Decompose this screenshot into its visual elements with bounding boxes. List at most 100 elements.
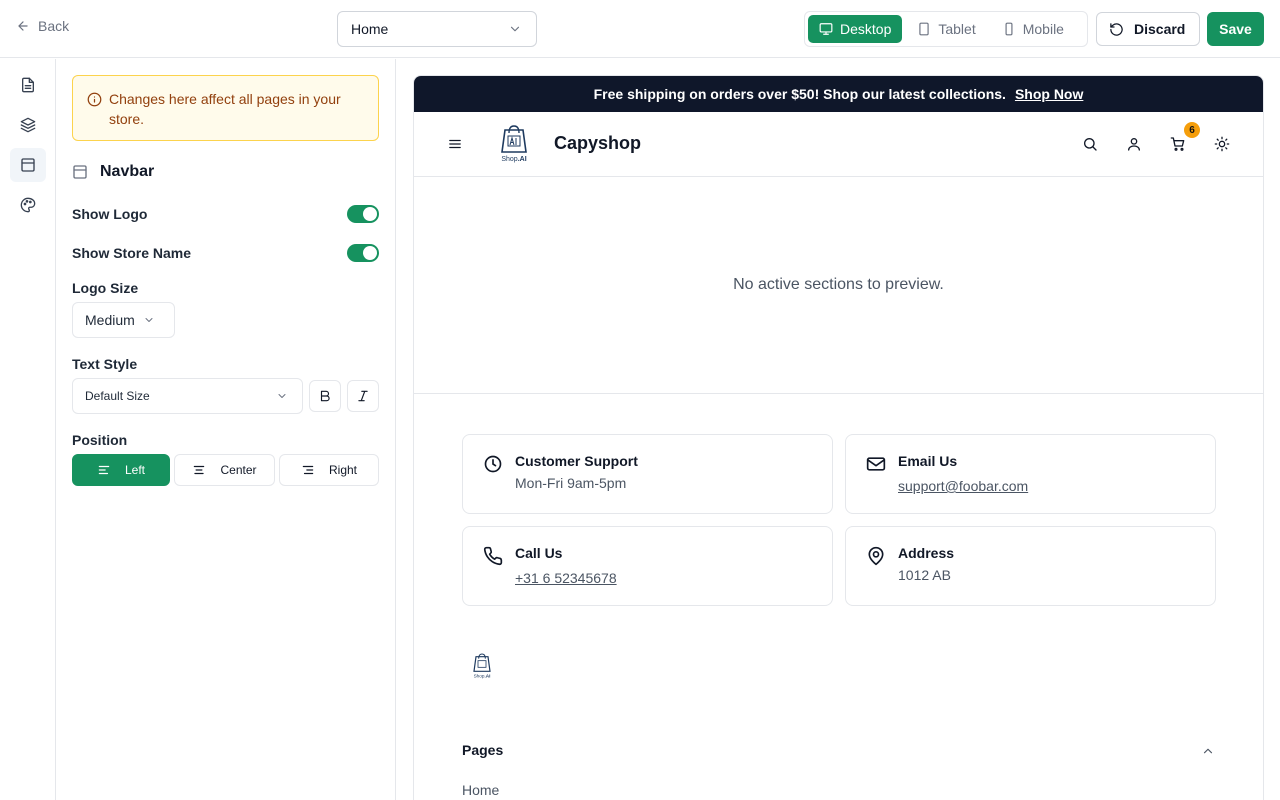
footer-logo[interactable]: Shop.AI <box>470 652 494 680</box>
bold-button[interactable] <box>309 380 341 412</box>
back-button[interactable]: Back <box>16 18 69 34</box>
position-right-button[interactable]: Right <box>279 454 379 486</box>
device-tablet-button[interactable]: Tablet <box>906 15 986 43</box>
text-style-select[interactable]: Default Size <box>72 378 303 414</box>
sun-icon[interactable] <box>1214 136 1230 152</box>
tablet-icon <box>919 22 930 36</box>
align-center-icon <box>194 465 205 475</box>
svg-text:Shop.AI: Shop.AI <box>501 156 526 163</box>
contact-card-email: Email Us support@foobar.com <box>845 434 1216 514</box>
position-center-button[interactable]: Center <box>174 454 275 486</box>
promo-text: Free shipping on orders over $50! Shop o… <box>593 86 1006 102</box>
rail-pages-button[interactable] <box>10 68 46 102</box>
rail-layout-button[interactable] <box>10 148 46 182</box>
phone-link[interactable]: +31 6 52345678 <box>515 570 617 586</box>
show-store-name-row: Show Store Name <box>72 243 379 263</box>
monitor-icon <box>819 23 833 35</box>
align-left-icon <box>98 465 110 475</box>
email-link[interactable]: support@foobar.com <box>898 478 1028 494</box>
page-select[interactable]: Home <box>337 11 537 47</box>
layout-icon <box>73 165 87 179</box>
smartphone-icon <box>1005 22 1013 36</box>
logo-size-label: Logo Size <box>72 280 139 296</box>
card-sub: 1012 AB <box>898 567 951 583</box>
position-left-button[interactable]: Left <box>72 454 170 486</box>
text-style-value: Default Size <box>85 389 150 403</box>
rail-layers-button[interactable] <box>10 108 46 142</box>
show-logo-label: Show Logo <box>72 206 148 222</box>
layout-icon <box>21 158 35 172</box>
chevron-up-icon[interactable] <box>1201 744 1215 758</box>
store-navbar: Shop.AI Capyshop 6 <box>414 112 1263 177</box>
clock-icon <box>484 455 502 473</box>
mail-icon <box>866 457 886 471</box>
position-left-label: Left <box>124 463 145 477</box>
card-sub: Mon-Fri 9am-5pm <box>515 475 627 491</box>
rotate-ccw-icon <box>1110 22 1123 36</box>
menu-icon[interactable] <box>448 137 462 151</box>
contact-card-phone: Call Us +31 6 52345678 <box>462 526 833 606</box>
store-preview: Free shipping on orders over $50! Shop o… <box>413 75 1264 800</box>
show-store-name-label: Show Store Name <box>72 245 192 261</box>
search-icon[interactable] <box>1082 136 1098 152</box>
footer-page-link[interactable]: Home <box>462 782 499 798</box>
phone-icon <box>483 546 503 566</box>
discard-label: Discard <box>1134 21 1186 37</box>
contact-card-support: Customer Support Mon-Fri 9am-5pm <box>462 434 833 514</box>
card-title: Call Us <box>515 545 563 561</box>
footer-pages-heading[interactable]: Pages <box>462 742 503 758</box>
save-button[interactable]: Save <box>1207 12 1264 46</box>
contact-card-address: Address 1012 AB <box>845 526 1216 606</box>
svg-text:Shop.AI: Shop.AI <box>474 673 491 678</box>
global-notice: Changes here affect all pages in your st… <box>72 75 379 141</box>
empty-sections-message: No active sections to preview. <box>414 177 1263 394</box>
navbar-section-header: Navbar <box>72 163 154 181</box>
discard-button[interactable]: Discard <box>1096 12 1200 46</box>
device-desktop-label: Desktop <box>840 21 892 37</box>
italic-button[interactable] <box>347 380 379 412</box>
show-logo-row: Show Logo <box>72 204 379 224</box>
rail-theme-button[interactable] <box>10 188 46 222</box>
store-name[interactable]: Capyshop <box>554 133 641 154</box>
device-desktop-button[interactable]: Desktop <box>808 15 903 43</box>
info-icon <box>87 92 102 107</box>
user-icon[interactable] <box>1126 136 1142 152</box>
text-style-label: Text Style <box>72 356 138 372</box>
page-select-value: Home <box>351 21 389 37</box>
cart-count-badge: 6 <box>1184 122 1200 138</box>
chevron-down-icon <box>278 394 286 398</box>
store-logo[interactable]: Shop.AI <box>496 124 532 164</box>
italic-icon <box>358 390 368 402</box>
device-mobile-button[interactable]: Mobile <box>991 15 1075 43</box>
position-center-label: Center <box>220 463 257 477</box>
promo-bar: Free shipping on orders over $50! Shop o… <box>414 76 1263 112</box>
chevron-down-icon <box>145 318 153 322</box>
device-toggle-group: Desktop Tablet Mobile <box>804 11 1088 47</box>
card-title: Address <box>898 545 955 561</box>
map-pin-icon <box>868 546 884 566</box>
notice-text: Changes here affect all pages in your st… <box>109 91 341 127</box>
position-right-label: Right <box>328 463 357 477</box>
align-right-icon <box>302 465 314 475</box>
palette-icon <box>20 197 36 213</box>
show-logo-toggle[interactable] <box>347 205 379 223</box>
settings-panel: Changes here affect all pages in your st… <box>56 59 396 800</box>
top-bar: Back Home Desktop Tablet Mobile Discard … <box>0 0 1280 58</box>
show-store-name-toggle[interactable] <box>347 244 379 262</box>
logo-size-select[interactable]: Medium <box>72 302 175 338</box>
position-label: Position <box>72 432 128 448</box>
promo-link[interactable]: Shop Now <box>1015 86 1083 102</box>
layers-icon <box>20 117 36 133</box>
card-title: Customer Support <box>515 453 638 469</box>
bold-icon <box>320 390 330 402</box>
arrow-left-icon <box>18 21 28 31</box>
shopping-cart-icon[interactable] <box>1170 136 1186 152</box>
preview-area: Free shipping on orders over $50! Shop o… <box>397 59 1280 800</box>
device-tablet-label: Tablet <box>938 21 976 37</box>
section-title: Navbar <box>100 163 155 180</box>
file-text-icon <box>22 77 34 93</box>
icon-rail <box>0 59 56 800</box>
card-title: Email Us <box>898 453 958 469</box>
device-mobile-label: Mobile <box>1022 21 1064 37</box>
chevron-down-icon <box>510 26 520 32</box>
